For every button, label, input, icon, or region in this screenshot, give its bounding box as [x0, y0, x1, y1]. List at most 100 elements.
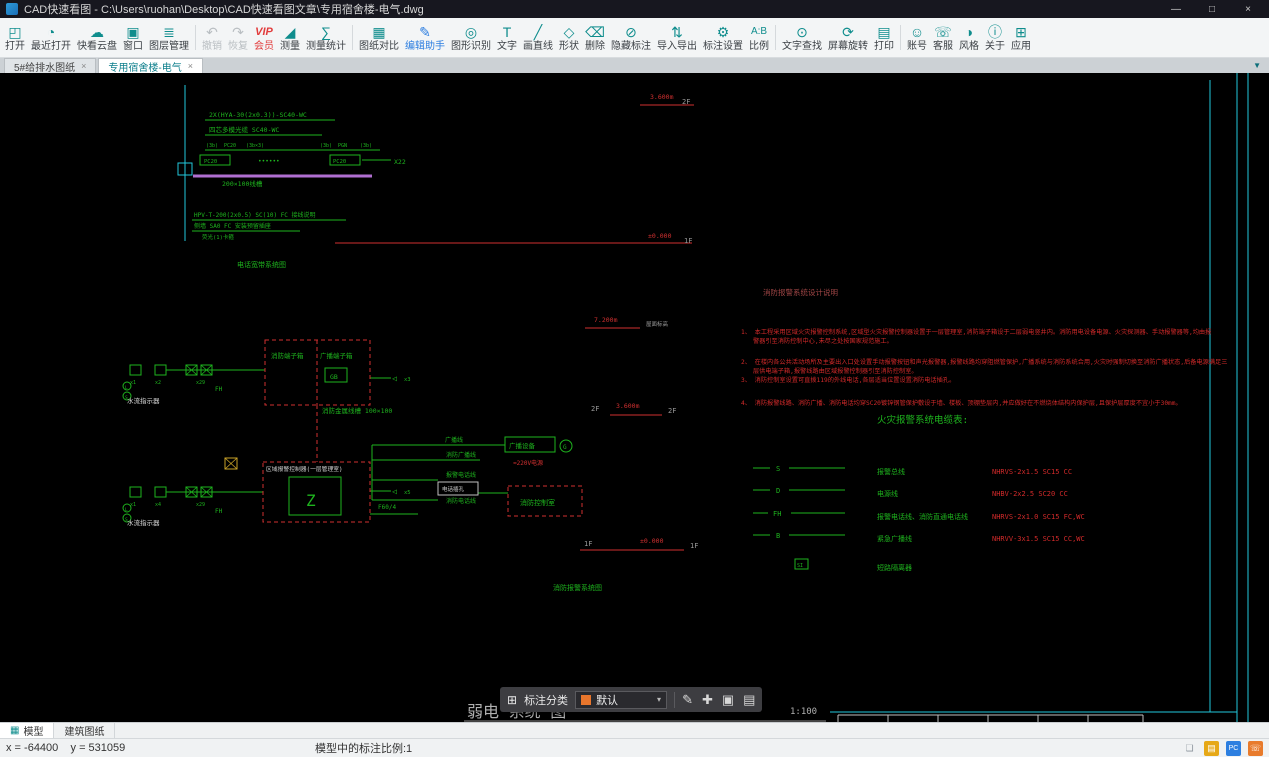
toolbar-shapes[interactable]: ◇形状	[556, 18, 582, 57]
cad-text: 1F	[584, 540, 592, 548]
account-icon: ☺	[910, 24, 924, 40]
service-icon[interactable]: ☏	[1248, 741, 1263, 756]
folder-icon[interactable]: ▤	[1204, 741, 1219, 756]
annotation-category-grid-icon[interactable]: ⊞	[507, 693, 517, 707]
cad-text: x2	[155, 380, 161, 386]
cad-text: ±0.000	[640, 537, 664, 545]
paste-annotation-icon[interactable]: ▤	[743, 692, 755, 708]
toolbar-text[interactable]: T文字	[494, 18, 520, 57]
cad-text: 电话宽带系统图	[237, 260, 286, 269]
window-icon: ▣	[126, 24, 139, 40]
toolbar-import-export[interactable]: ⇅导入导出	[654, 18, 700, 57]
cad-text: PC20	[204, 159, 217, 165]
cad-text: 3、 消防控制室设置可直拨119的外线电话,各层适当位置设置消防电话插孔。	[741, 376, 955, 384]
toolbar-measure[interactable]: ◢测量	[277, 18, 303, 57]
theme-icon: ◑	[965, 24, 973, 40]
toolbar-theme[interactable]: ◑风格	[956, 18, 982, 57]
toolbar-recent-open[interactable]: ◔最近打开	[28, 18, 74, 57]
support-icon: ☏	[934, 24, 952, 40]
category-selected-value: 默认	[596, 692, 652, 708]
toolbar-edit-assistant[interactable]: ✎编辑助手	[402, 18, 448, 57]
edit-annotation-icon[interactable]: ✎	[682, 692, 693, 708]
cad-rect	[130, 487, 141, 497]
measure-stats-label: 测量统计	[306, 41, 346, 52]
cad-text: 侧墙 SA0 FC 安装预留插座	[194, 222, 271, 230]
undo-label: 撤销	[202, 41, 222, 52]
cad-text: X22	[394, 158, 406, 166]
cloud-drive-icon: ☁	[90, 24, 104, 40]
shapes-icon: ◇	[564, 24, 575, 40]
cad-text: ••••••	[258, 158, 280, 165]
cad-text: 1、 本工程采用区域火灾报警控制系统,区域型火灾报警控制器设置于一层管理室,消防…	[741, 328, 1211, 336]
toolbar-cloud-drive[interactable]: ☁快看云盘	[74, 18, 120, 57]
sheet-tab-建筑图纸[interactable]: 建筑图纸	[54, 723, 115, 738]
cad-text: FH	[773, 510, 781, 518]
maximize-button[interactable]: □	[1197, 0, 1227, 18]
title-bar: CAD快速看图 - C:\Users\ruohan\Desktop\CAD快速看…	[0, 0, 1269, 18]
toolbar-rotate-screen[interactable]: ⟳屏幕旋转	[825, 18, 871, 57]
cad-text: FH	[215, 386, 223, 393]
doc-tab-专用宿舍楼-电气[interactable]: 专用宿舍楼-电气×	[98, 58, 203, 73]
annotation-category-dropdown[interactable]: 默认 ▾	[575, 691, 667, 709]
toolbar-undo[interactable]: ↶撤销	[199, 18, 225, 57]
toolbar-find-text[interactable]: ⊙文字查找	[779, 18, 825, 57]
cad-text: PGN	[338, 143, 347, 149]
cad-text: D	[776, 487, 780, 495]
toolbar-account[interactable]: ☺账号	[904, 18, 930, 57]
cad-text: 警器引至消防控制中心,未尽之处按国家规范施工。	[753, 337, 893, 345]
toolbar-delete[interactable]: ⌫删除	[582, 18, 608, 57]
toolbar-shape-recognize[interactable]: ◎图形识别	[448, 18, 494, 57]
tab-overflow-button[interactable]: ▼	[1253, 61, 1261, 70]
cad-text: (3b)	[360, 143, 372, 149]
print-icon: ▤	[877, 24, 890, 40]
cad-text: 消防端子箱	[271, 351, 304, 360]
move-annotation-icon[interactable]: ✚	[702, 692, 713, 708]
toolbar-apps[interactable]: ⊞应用	[1008, 18, 1034, 57]
close-button[interactable]: ×	[1233, 0, 1263, 18]
drawing-canvas-area[interactable]: 2X(HYA-30(2x0.3))-SC40-WC四芯多模光缆 SC40-WC(…	[0, 73, 1269, 722]
toolbar-about[interactable]: ⓘ关于	[982, 18, 1008, 57]
cad-text: 4、 消防报警线路、消防广播、消防电话均穿SC20镀锌钢管保护敷设于墙、楼板、顶…	[741, 399, 1182, 407]
sheet-tab-模型[interactable]: ▦模型	[0, 723, 54, 738]
delete-icon: ⌫	[585, 24, 605, 40]
window-label: 窗口	[123, 41, 143, 52]
pc-sync-icon[interactable]: PC	[1226, 741, 1241, 756]
cad-text: 紧急广播线	[877, 534, 912, 543]
toolbar-drawing-compare[interactable]: ▦图纸对比	[356, 18, 402, 57]
cad-text: 消防报警系统图	[553, 583, 602, 592]
model-grid-icon: ▦	[10, 725, 19, 736]
minimize-button[interactable]: —	[1161, 0, 1191, 18]
cad-text: 区域报警控制器(一层管理室)	[266, 465, 343, 473]
toolbar-scale[interactable]: A:B比例	[746, 18, 772, 57]
toolbar-open[interactable]: ◰打开	[2, 18, 28, 57]
toolbar-vip[interactable]: VIP会员	[251, 18, 277, 57]
toolbar-separator	[900, 25, 901, 50]
cad-text: NHRVV-3x1.5 SC15 CC,WC	[992, 535, 1085, 543]
toolbar-measure-stats[interactable]: ∑测量统计	[303, 18, 349, 57]
toolbar-window[interactable]: ▣窗口	[120, 18, 146, 57]
cad-text: 7.200m	[594, 316, 618, 324]
toolbar-support[interactable]: ☏客服	[930, 18, 956, 57]
doc-tab-5#给排水图纸[interactable]: 5#给排水图纸×	[4, 58, 96, 73]
annotation-toolbar-separator	[674, 692, 675, 708]
toolbar-draw-line[interactable]: ╱画直线	[520, 18, 556, 57]
main-toolbar: ◰打开◔最近打开☁快看云盘▣窗口≣图层管理↶撤销↷恢复VIP会员◢测量∑测量统计…	[0, 18, 1269, 58]
cad-text: Z	[306, 491, 316, 510]
tab-close-icon[interactable]: ×	[188, 61, 193, 71]
toolbar-layer-manager[interactable]: ≣图层管理	[146, 18, 192, 57]
toolbar-annotation-settings[interactable]: ⚙标注设置	[700, 18, 746, 57]
cad-rect	[155, 365, 166, 375]
cad-canvas[interactable]: 2X(HYA-30(2x0.3))-SC40-WC四芯多模光缆 SC40-WC(…	[0, 73, 1269, 722]
toolbar-redo[interactable]: ↷恢复	[225, 18, 251, 57]
copy-annotation-icon[interactable]: ▣	[722, 692, 734, 708]
toolbar-hide-annotations[interactable]: ⊘隐藏标注	[608, 18, 654, 57]
cad-text: 3.600m	[616, 402, 640, 410]
document-tab-bar: 5#给排水图纸×专用宿舍楼-电气× ▼	[0, 58, 1269, 73]
cad-text: F60/4	[378, 504, 396, 511]
shape-recognize-label: 图形识别	[451, 41, 491, 52]
toolbar-print[interactable]: ▤打印	[871, 18, 897, 57]
delete-label: 删除	[585, 41, 605, 52]
pages-icon[interactable]: ❏	[1182, 741, 1197, 756]
tab-close-icon[interactable]: ×	[81, 61, 86, 71]
document-tabs: 5#给排水图纸×专用宿舍楼-电气×	[0, 58, 205, 73]
